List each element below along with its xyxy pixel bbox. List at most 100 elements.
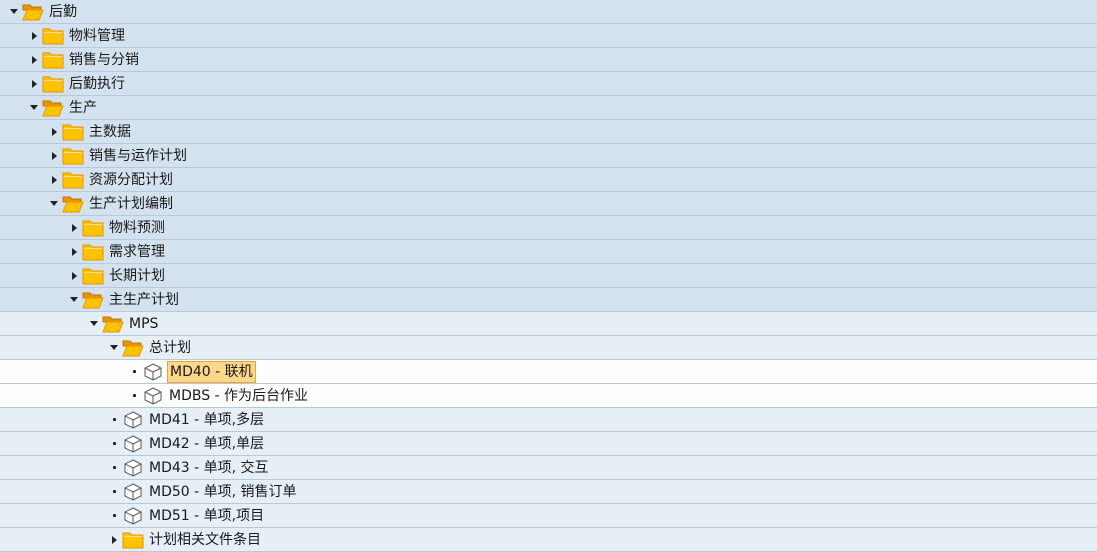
- tree-row[interactable]: MD43 - 单项, 交互: [0, 456, 1097, 480]
- folder-open-icon: [82, 290, 104, 310]
- tree-row[interactable]: 物料管理: [0, 24, 1097, 48]
- tree-node-label[interactable]: MD51 - 单项,项目: [147, 505, 266, 527]
- toggle-mark: [112, 514, 116, 517]
- tree-node-label[interactable]: 总计划: [147, 337, 193, 359]
- toggle-mark: [132, 370, 136, 373]
- toggle-mark: [31, 55, 37, 64]
- transaction-cube-icon: [142, 362, 164, 382]
- tree-row[interactable]: MPS: [0, 312, 1097, 336]
- transaction-cube-icon: [122, 434, 144, 454]
- tree-row[interactable]: 物料预测: [0, 216, 1097, 240]
- folder-open-icon: [102, 314, 124, 334]
- toggle-mark: [112, 418, 116, 421]
- collapse-arrow-icon[interactable]: [26, 96, 42, 119]
- tree-node-label[interactable]: 物料预测: [107, 217, 167, 239]
- folder-open-icon: [42, 98, 64, 118]
- bullet-icon: [106, 456, 122, 479]
- tree-node-label[interactable]: 物料管理: [67, 25, 127, 47]
- tree-node-label[interactable]: 生产计划编制: [87, 193, 175, 215]
- expand-arrow-icon[interactable]: [46, 144, 62, 167]
- collapse-arrow-icon[interactable]: [6, 0, 22, 23]
- bullet-icon: [106, 480, 122, 503]
- tree-row[interactable]: 资源分配计划: [0, 168, 1097, 192]
- tree-row[interactable]: 长期计划: [0, 264, 1097, 288]
- tree-row[interactable]: 主生产计划: [0, 288, 1097, 312]
- tree-node-label[interactable]: MPS: [127, 313, 160, 335]
- folder-closed-icon: [42, 74, 64, 94]
- folder-closed-icon: [42, 26, 64, 46]
- tree-row[interactable]: 生产计划编制: [0, 192, 1097, 216]
- tree-row[interactable]: MD41 - 单项,多层: [0, 408, 1097, 432]
- toggle-mark: [110, 345, 118, 350]
- tree-node-label[interactable]: 长期计划: [107, 265, 167, 287]
- tree-row[interactable]: MD42 - 单项,单层: [0, 432, 1097, 456]
- transaction-cube-icon: [122, 410, 144, 430]
- transaction-cube-icon: [142, 386, 164, 406]
- tree-node-label[interactable]: MD40 - 联机: [167, 360, 256, 383]
- tree-node-label[interactable]: MD43 - 单项, 交互: [147, 457, 271, 479]
- tree-node-label[interactable]: 主数据: [87, 121, 133, 143]
- toggle-mark: [10, 9, 18, 14]
- bullet-icon: [106, 432, 122, 455]
- toggle-mark: [71, 247, 77, 256]
- tree-node-label[interactable]: MD41 - 单项,多层: [147, 409, 266, 431]
- bullet-icon: [106, 504, 122, 527]
- expand-arrow-icon[interactable]: [26, 48, 42, 71]
- folder-closed-icon: [82, 266, 104, 286]
- expand-arrow-icon[interactable]: [26, 24, 42, 47]
- tree-row[interactable]: 销售与分销: [0, 48, 1097, 72]
- bullet-icon: [126, 360, 142, 383]
- tree-row[interactable]: 后勤执行: [0, 72, 1097, 96]
- tree-node-label[interactable]: MD50 - 单项, 销售订单: [147, 481, 299, 503]
- tree-node-label[interactable]: 生产: [67, 97, 99, 119]
- tree-node-label[interactable]: 销售与运作计划: [87, 145, 189, 167]
- tree-row[interactable]: 主数据: [0, 120, 1097, 144]
- tree-node-label[interactable]: MD42 - 单项,单层: [147, 433, 266, 455]
- tree-node-label[interactable]: 计划相关文件条目: [147, 529, 263, 551]
- toggle-mark: [71, 223, 77, 232]
- tree-row[interactable]: MD50 - 单项, 销售订单: [0, 480, 1097, 504]
- toggle-mark: [50, 201, 58, 206]
- bullet-icon: [126, 384, 142, 407]
- expand-arrow-icon[interactable]: [46, 120, 62, 143]
- tree-node-label[interactable]: MDBS - 作为后台作业: [167, 385, 310, 407]
- tree-node-label[interactable]: 主生产计划: [107, 289, 181, 311]
- expand-arrow-icon[interactable]: [66, 240, 82, 263]
- tree-row[interactable]: MD40 - 联机: [0, 360, 1097, 384]
- toggle-mark: [112, 442, 116, 445]
- folder-closed-icon: [82, 218, 104, 238]
- tree-row[interactable]: 计划相关文件条目: [0, 528, 1097, 552]
- tree-row[interactable]: MD51 - 单项,项目: [0, 504, 1097, 528]
- tree-row[interactable]: 总计划: [0, 336, 1097, 360]
- tree-node-label[interactable]: 资源分配计划: [87, 169, 175, 191]
- toggle-mark: [71, 271, 77, 280]
- expand-arrow-icon[interactable]: [66, 264, 82, 287]
- toggle-mark: [51, 151, 57, 160]
- tree-row[interactable]: 需求管理: [0, 240, 1097, 264]
- tree-row[interactable]: 销售与运作计划: [0, 144, 1097, 168]
- collapse-arrow-icon[interactable]: [86, 312, 102, 335]
- tree-row[interactable]: MDBS - 作为后台作业: [0, 384, 1097, 408]
- navigation-tree: 后勤 物料管理 销售与分销 后勤执行 生产 主数据 销售与运作计划 资源分配计划 生产计划编制物…: [0, 0, 1097, 552]
- tree-row[interactable]: 生产: [0, 96, 1097, 120]
- tree-node-label[interactable]: 需求管理: [107, 241, 167, 263]
- tree-row[interactable]: 后勤: [0, 0, 1097, 24]
- folder-open-icon: [22, 2, 44, 22]
- toggle-mark: [132, 394, 136, 397]
- collapse-arrow-icon[interactable]: [46, 192, 62, 215]
- tree-node-label[interactable]: 销售与分销: [67, 49, 141, 71]
- collapse-arrow-icon[interactable]: [66, 288, 82, 311]
- toggle-mark: [111, 535, 117, 544]
- collapse-arrow-icon[interactable]: [106, 336, 122, 359]
- expand-arrow-icon[interactable]: [66, 216, 82, 239]
- transaction-cube-icon: [122, 482, 144, 502]
- toggle-mark: [31, 79, 37, 88]
- expand-arrow-icon[interactable]: [46, 168, 62, 191]
- expand-arrow-icon[interactable]: [26, 72, 42, 95]
- expand-arrow-icon[interactable]: [106, 528, 122, 551]
- tree-node-label[interactable]: 后勤: [47, 1, 79, 23]
- toggle-mark: [70, 297, 78, 302]
- toggle-mark: [112, 466, 116, 469]
- folder-open-icon: [122, 338, 144, 358]
- tree-node-label[interactable]: 后勤执行: [67, 73, 127, 95]
